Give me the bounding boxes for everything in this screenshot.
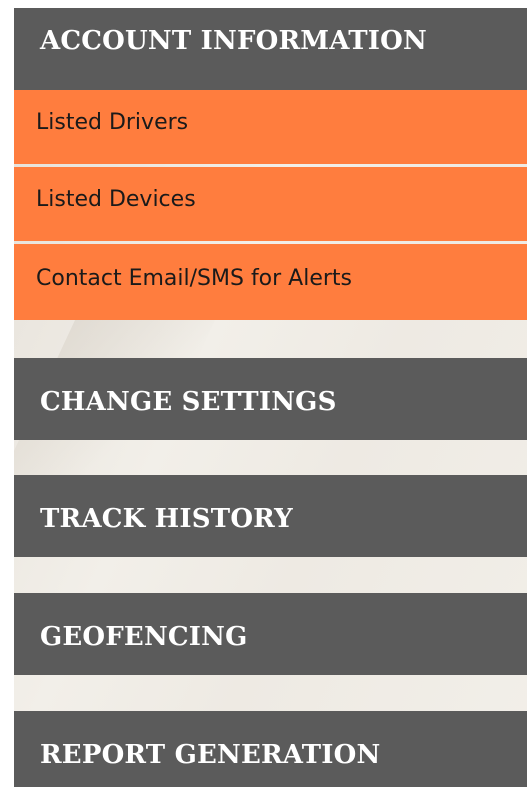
menu-heading-geofencing[interactable]: GEOFENCING <box>14 593 527 675</box>
menu-heading-label: REPORT GENERATION <box>40 740 381 770</box>
submenu-item-label: Contact Email/SMS for Alerts <box>36 266 353 291</box>
submenu-item-listed-devices[interactable]: Listed Devices <box>14 167 527 241</box>
menu-heading-label: CHANGE SETTINGS <box>40 387 337 417</box>
menu-heading-label: ACCOUNT INFORMATION <box>40 26 427 56</box>
menu-heading-account-information[interactable]: ACCOUNT INFORMATION <box>14 8 527 90</box>
submenu-item-label: Listed Drivers <box>36 110 189 135</box>
menu-heading-report-generation[interactable]: REPORT GENERATION <box>14 711 527 787</box>
submenu-item-label: Listed Devices <box>36 187 196 212</box>
submenu-item-listed-drivers[interactable]: Listed Drivers <box>14 90 527 164</box>
menu-heading-change-settings[interactable]: CHANGE SETTINGS <box>14 358 527 440</box>
menu-heading-track-history[interactable]: TRACK HISTORY <box>14 475 527 557</box>
menu-heading-label: TRACK HISTORY <box>40 504 293 534</box>
menu-heading-label: GEOFENCING <box>40 622 248 652</box>
submenu-item-contact-email-sms[interactable]: Contact Email/SMS for Alerts <box>14 244 527 320</box>
sidebar-menu: ACCOUNT INFORMATION Listed Drivers Liste… <box>14 8 527 787</box>
